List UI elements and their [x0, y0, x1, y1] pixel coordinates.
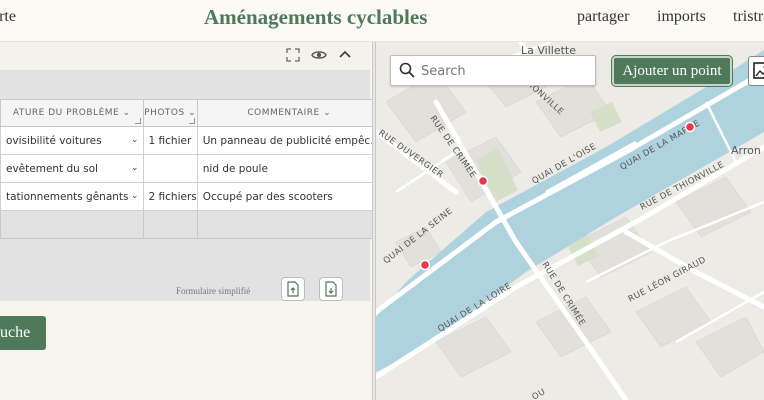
table-header-row: ATURE DU PROBLÈME ⌄ PHOTOS ⌄ COMMENTAIRE… [0, 99, 388, 127]
empty-cell[interactable] [196, 210, 382, 239]
cell-value: evêtement du sol [6, 162, 98, 175]
photos-cell[interactable]: 2 fichiers [142, 182, 198, 211]
eye-icon[interactable] [311, 48, 327, 64]
left-pane: ATURE DU PROBLÈME ⌄ PHOTOS ⌄ COMMENTAIRE… [0, 42, 388, 400]
map-label: Arron [731, 144, 761, 157]
simplified-form-label: Formulaire simplifié [176, 286, 251, 296]
search-input[interactable] [421, 60, 591, 82]
map-view[interactable]: La Villette Arron QUAI DE LA MARNE QUAI … [376, 42, 764, 400]
comment-cell[interactable]: Occupé par des scooters [196, 182, 382, 211]
data-table: ATURE DU PROBLÈME ⌄ PHOTOS ⌄ COMMENTAIRE… [0, 99, 388, 239]
header-left-link[interactable]: arte [0, 8, 16, 26]
map-marker[interactable] [419, 259, 431, 271]
map-search-box[interactable] [390, 55, 596, 86]
search-icon [399, 62, 415, 78]
column-header-label: COMMENTAIRE [247, 108, 320, 118]
comment-cell[interactable]: nid de poule [196, 154, 382, 183]
problem-cell[interactable]: evêtement du sol ⌄ [0, 154, 144, 183]
resize-handle[interactable] [134, 118, 141, 124]
image-layer-button[interactable] [748, 56, 764, 86]
top-bar: arte Aménagements cyclables partager imp… [0, 0, 764, 42]
table-row[interactable]: ovisibilité voitures ⌄ 1 fichier Un panne… [0, 126, 388, 155]
column-header-label: ATURE DU PROBLÈME [12, 108, 120, 118]
fullscreen-icon[interactable] [285, 48, 301, 64]
problem-cell[interactable]: ovisibilité voitures ⌄ [0, 126, 144, 155]
grid-area: ATURE DU PROBLÈME ⌄ PHOTOS ⌄ COMMENTAIRE… [0, 71, 388, 301]
left-action-button[interactable]: uche [0, 316, 46, 350]
empty-cell[interactable] [0, 210, 144, 239]
column-header-problem[interactable]: ATURE DU PROBLÈME ⌄ [0, 99, 144, 127]
upload-document-button[interactable] [281, 277, 305, 301]
column-header-photos[interactable]: PHOTOS ⌄ [142, 99, 198, 127]
table-row[interactable]: tationnements gênants ⌄ 2 fichiers Occupé… [0, 182, 388, 211]
nav-share[interactable]: partager [577, 8, 629, 26]
chevron-down-icon[interactable]: ⌄ [131, 191, 139, 201]
add-point-button[interactable]: Ajouter un point [612, 56, 732, 86]
problem-cell[interactable]: tationnements gênants ⌄ [0, 182, 144, 211]
map-marker[interactable] [684, 121, 696, 133]
panel-header [0, 42, 370, 71]
photos-cell[interactable]: 1 fichier [142, 126, 198, 155]
chevron-down-icon[interactable]: ⌄ [131, 163, 139, 173]
table-row-new[interactable] [0, 210, 388, 239]
download-document-button[interactable] [319, 277, 343, 301]
photos-cell[interactable] [142, 154, 198, 183]
column-header-label: PHOTOS [144, 108, 185, 118]
nav-user[interactable]: tristra [733, 8, 764, 26]
map-canvas[interactable]: La Villette Arron QUAI DE LA MARNE QUAI … [376, 42, 764, 400]
chevron-down-icon: ⌄ [184, 108, 197, 118]
cell-value: ovisibilité voitures [6, 134, 102, 147]
chevron-down-icon: ⌄ [119, 108, 131, 118]
nav-imports[interactable]: imports [657, 8, 706, 26]
resize-handle[interactable] [188, 118, 195, 124]
table-row[interactable]: evêtement du sol ⌄ nid de poule [0, 154, 388, 183]
image-icon [753, 62, 764, 79]
empty-cell[interactable] [142, 210, 198, 239]
comment-cell[interactable]: Un panneau de publicité empêc… [196, 126, 382, 155]
map-marker[interactable] [477, 175, 489, 187]
column-header-comment[interactable]: COMMENTAIRE ⌄ [196, 99, 382, 127]
chevron-up-icon[interactable] [337, 48, 353, 64]
chevron-down-icon: ⌄ [319, 108, 332, 118]
cell-value: tationnements gênants [6, 190, 129, 203]
page-title: Aménagements cyclables [204, 5, 428, 29]
chevron-down-icon[interactable]: ⌄ [131, 135, 139, 145]
